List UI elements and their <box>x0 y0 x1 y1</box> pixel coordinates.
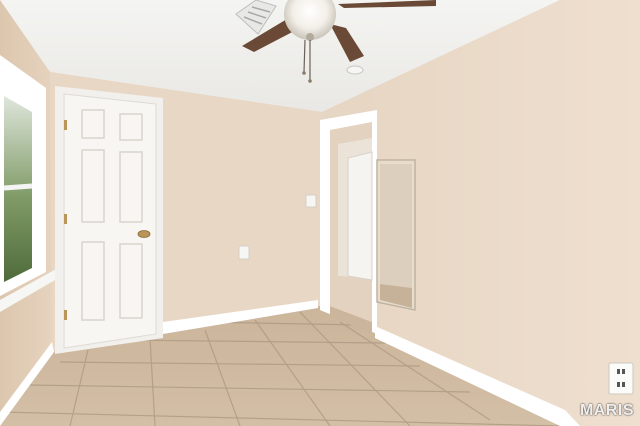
watermark-text: MARIS <box>579 402 634 419</box>
smoke-detector <box>346 65 364 75</box>
light-switch-plate <box>305 194 317 208</box>
wall-outlet-back <box>238 245 250 260</box>
door-knob <box>137 230 151 238</box>
room-illustration <box>0 0 640 426</box>
wall-mirror <box>376 159 416 311</box>
wall-outlet-right <box>608 362 634 395</box>
room-photo: MARIS <box>0 0 640 426</box>
hall-door <box>347 151 373 281</box>
doorway <box>320 110 377 334</box>
closet-door <box>55 86 163 354</box>
